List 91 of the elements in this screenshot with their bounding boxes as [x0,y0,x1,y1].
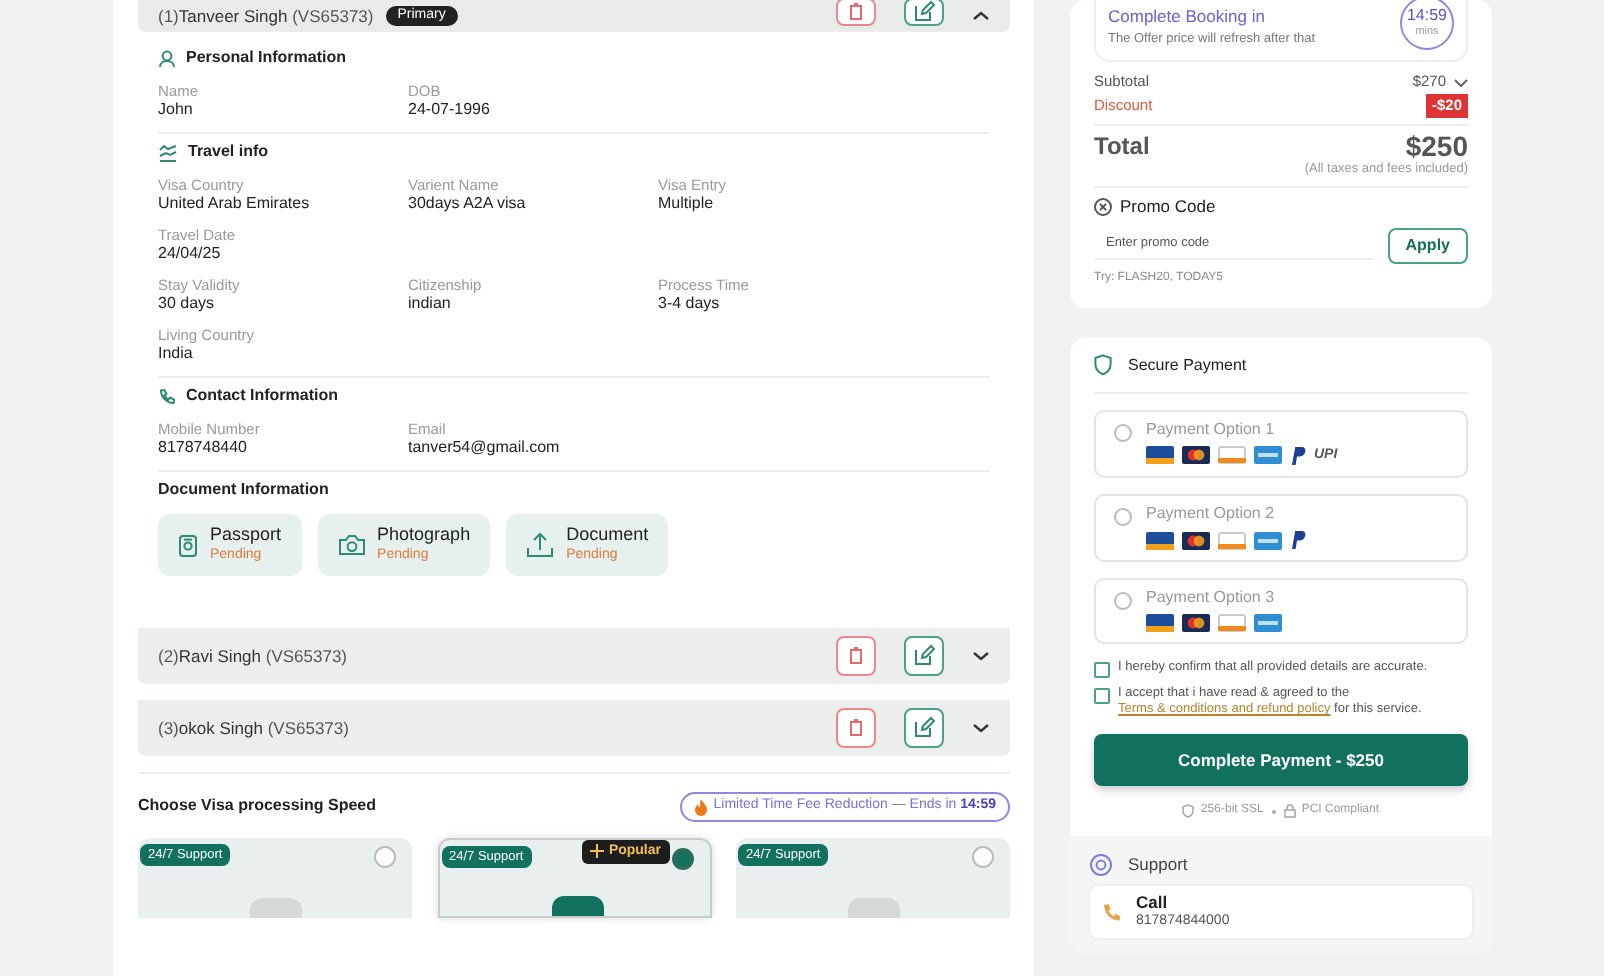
field-value: India [158,344,195,364]
field-value: 30days A2A visa [408,194,528,214]
edit-button[interactable] [904,636,944,676]
delete-button[interactable] [836,636,876,676]
visa-card-icon [1146,531,1174,549]
phone-icon [158,387,176,405]
payment-option-label: Payment Option 1 [1146,419,1277,439]
section-title: Secure Payment [1128,353,1247,377]
radio-button[interactable] [1114,508,1132,526]
close-circle-icon [1094,197,1112,216]
field-value: tanver54@gmail.com [408,438,562,458]
edit-button[interactable] [904,708,944,748]
passport-icon [178,533,198,557]
section-title: Personal Information [186,46,347,70]
section-title: Contact Information [186,384,338,408]
chevron-icon [972,10,990,22]
promo-title: Promo Code [1120,193,1216,219]
field-value: 8178748440 [158,438,249,458]
icon-tile [848,897,900,917]
checkbox[interactable] [1094,662,1110,678]
icon-tile [551,895,603,915]
field-value: Multiple [658,194,716,214]
shield-icon [1094,354,1112,376]
radio-button[interactable] [374,845,396,867]
shield-icon [1182,804,1195,818]
field-value: United Arab Emirates [158,194,312,214]
payment-option-label: Payment Option 2 [1146,504,1277,524]
field-value: 30 days [158,294,217,314]
checkbox[interactable] [1094,688,1110,704]
complete-payment-button[interactable]: Complete Payment - $250 [1094,734,1468,786]
edit-icon [912,716,936,740]
camera-icon [337,534,366,556]
chevron-icon [972,722,990,734]
total-value: $250 [1405,134,1468,158]
section-title: Choose Visa processing Speed [138,794,377,819]
edit-icon [912,644,936,668]
mastercard-icon [1182,614,1210,632]
upload-icon [526,532,555,558]
total-label: Total [1094,132,1150,160]
field-value: John [158,100,195,120]
chart-lines-icon [158,143,178,161]
traveler-name: (1)Tanveer Singh (VS65373) [158,3,374,29]
mastercard-icon [1182,446,1210,465]
discover-card-icon [1218,531,1246,549]
radio-button[interactable] [1114,423,1132,441]
section-title: Document Information [158,478,329,502]
chevron-icon [972,650,990,662]
field-value: 3-4 days [658,294,722,314]
edit-icon [912,0,936,24]
payment-option-label: Payment Option 3 [1146,588,1277,608]
discover-card-icon [1218,446,1246,465]
section-title: Travel info [188,140,269,164]
field-value: indian [408,294,453,314]
chevron-icon [1454,77,1468,87]
trash-icon [844,0,868,24]
traveler-header[interactable]: (3)okok Singh (VS65373) [138,700,1010,756]
fire-icon [693,797,708,816]
traveler-name: (2)Ravi Singh (VS65373) [158,643,347,669]
trash-icon [844,716,868,740]
trash-icon [844,644,868,668]
icon-tile [250,897,302,917]
document-name: Passport [210,524,282,546]
amex-card-icon [1254,446,1282,465]
mastercard-icon [1182,531,1210,549]
radio-button[interactable] [1114,592,1132,610]
discover-card-icon [1218,614,1246,632]
amex-card-icon [1254,614,1282,632]
phone-icon [1102,901,1124,923]
field-value: 24/04/25 [158,244,223,264]
amex-card-icon [1254,531,1282,549]
paypal-icon [1290,530,1306,550]
user-icon [158,49,176,67]
paypal-icon [1290,445,1306,466]
call-title: Call [1136,891,1170,912]
radio-button[interactable] [671,847,693,869]
lock-icon [1283,804,1296,818]
visa-card-icon [1146,614,1174,632]
apply-button[interactable]: Apply [1387,227,1468,263]
document-name: Document [566,524,649,546]
timer-title: Complete Booking in [1108,4,1267,30]
visa-card-icon [1146,446,1174,465]
delete-button[interactable] [836,708,876,748]
field-value: 24-07-1996 [408,100,492,120]
edit-button[interactable] [904,0,944,26]
radio-button[interactable] [972,845,994,867]
section-title: Support [1128,852,1188,878]
lifebuoy-icon [1090,853,1112,876]
traveler-name: (3)okok Singh (VS65373) [158,715,349,741]
traveler-header[interactable]: (2)Ravi Singh (VS65373) [138,628,1010,684]
document-name: Photograph [377,524,471,546]
delete-button[interactable] [836,0,876,26]
